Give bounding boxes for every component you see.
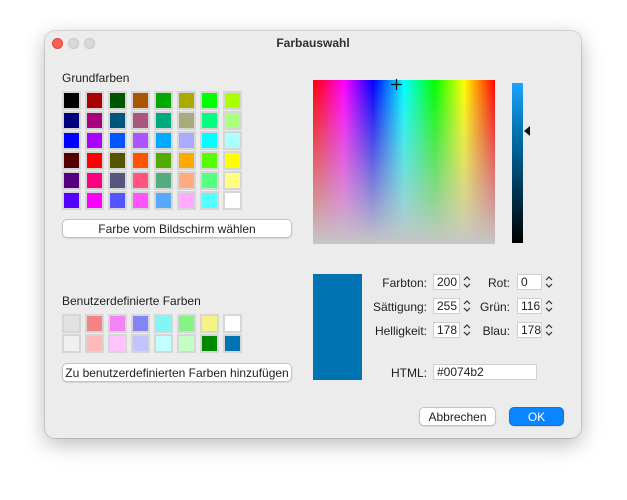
saturation-field[interactable]: 255 (433, 298, 460, 314)
slider-arrow-icon[interactable] (524, 126, 530, 136)
basic-color-swatch[interactable] (62, 171, 81, 190)
basic-color-swatch[interactable] (177, 171, 196, 190)
hue-label: Farbton: (382, 276, 427, 290)
red-field[interactable]: 0 (517, 274, 542, 290)
basic-color-swatch[interactable] (154, 171, 173, 190)
basic-color-swatch[interactable] (85, 191, 104, 210)
basic-color-swatch[interactable] (154, 151, 173, 170)
basic-color-swatch[interactable] (200, 111, 219, 130)
ok-button[interactable]: OK (509, 407, 564, 426)
green-label: Grün: (479, 300, 510, 314)
basic-color-swatch[interactable] (108, 151, 127, 170)
basic-color-swatch[interactable] (200, 151, 219, 170)
red-stepper-icon[interactable] (544, 274, 554, 290)
custom-color-swatch[interactable] (85, 334, 104, 353)
basic-color-swatch[interactable] (108, 91, 127, 110)
cancel-button[interactable]: Abbrechen (419, 407, 496, 426)
basic-color-swatch[interactable] (154, 111, 173, 130)
basic-color-swatch[interactable] (200, 171, 219, 190)
custom-color-swatch[interactable] (131, 334, 150, 353)
custom-color-swatch[interactable] (108, 334, 127, 353)
crosshair-icon[interactable] (391, 79, 402, 90)
saturation-label: Sättigung: (372, 300, 427, 314)
basic-color-swatch[interactable] (131, 131, 150, 150)
hue-field[interactable]: 200 (433, 274, 460, 290)
basic-color-swatch[interactable] (223, 111, 242, 130)
basic-color-swatch[interactable] (108, 191, 127, 210)
basic-color-swatch[interactable] (62, 111, 81, 130)
basic-color-swatch[interactable] (108, 171, 127, 190)
value-label: Helligkeit: (374, 324, 427, 338)
basic-color-swatch[interactable] (85, 131, 104, 150)
basic-color-swatch[interactable] (131, 191, 150, 210)
custom-color-swatch[interactable] (131, 314, 150, 333)
basic-color-swatch[interactable] (85, 111, 104, 130)
basic-color-swatch[interactable] (154, 191, 173, 210)
value-field[interactable]: 178 (433, 322, 460, 338)
html-field[interactable]: #0074b2 (433, 364, 537, 380)
custom-color-swatch[interactable] (85, 314, 104, 333)
value-stepper-icon[interactable] (462, 322, 472, 338)
title-bar: Farbauswahl (45, 31, 581, 53)
custom-color-swatch[interactable] (177, 334, 196, 353)
basic-color-swatch[interactable] (108, 131, 127, 150)
basic-color-swatch[interactable] (154, 131, 173, 150)
saturation-stepper-icon[interactable] (462, 298, 472, 314)
basic-color-swatch[interactable] (223, 151, 242, 170)
custom-color-swatch[interactable] (223, 314, 242, 333)
basic-color-swatch[interactable] (223, 131, 242, 150)
custom-colors-heading: Benutzerdefinierte Farben (62, 294, 201, 308)
basic-color-swatch[interactable] (223, 91, 242, 110)
blue-field[interactable]: 178 (517, 322, 542, 338)
custom-color-swatch[interactable] (154, 334, 173, 353)
hue-saturation-picker[interactable] (313, 80, 495, 244)
custom-color-swatch[interactable] (62, 334, 81, 353)
basic-color-swatch[interactable] (62, 91, 81, 110)
basic-color-swatch[interactable] (223, 191, 242, 210)
basic-color-swatch[interactable] (154, 91, 173, 110)
add-custom-color-button[interactable]: Zu benutzerdefinierten Farben hinzufügen (62, 363, 292, 382)
basic-color-swatch[interactable] (62, 191, 81, 210)
basic-colors-heading: Grundfarben (62, 71, 130, 85)
color-dialog-window: Farbauswahl Grundfarben Farbe vom Bildsc… (45, 31, 581, 438)
basic-color-swatch[interactable] (85, 151, 104, 170)
blue-label: Blau: (482, 324, 510, 338)
custom-color-swatch[interactable] (62, 314, 81, 333)
custom-color-swatch[interactable] (108, 314, 127, 333)
green-stepper-icon[interactable] (544, 298, 554, 314)
basic-color-swatch[interactable] (177, 131, 196, 150)
basic-color-swatch[interactable] (85, 91, 104, 110)
basic-color-swatch[interactable] (62, 131, 81, 150)
custom-color-swatch[interactable] (177, 314, 196, 333)
basic-color-swatch[interactable] (85, 171, 104, 190)
basic-color-swatch[interactable] (131, 171, 150, 190)
current-color-preview (313, 274, 362, 380)
basic-color-swatch[interactable] (131, 91, 150, 110)
basic-color-swatch[interactable] (200, 91, 219, 110)
blue-stepper-icon[interactable] (544, 322, 554, 338)
basic-color-swatch[interactable] (108, 111, 127, 130)
basic-color-swatch[interactable] (131, 111, 150, 130)
custom-color-swatch[interactable] (200, 314, 219, 333)
red-label: Rot: (487, 276, 510, 290)
basic-color-swatch[interactable] (62, 151, 81, 170)
html-label: HTML: (391, 366, 427, 380)
custom-color-swatch[interactable] (223, 334, 242, 353)
basic-color-swatch[interactable] (200, 131, 219, 150)
basic-color-swatch[interactable] (177, 191, 196, 210)
custom-color-swatch[interactable] (200, 334, 219, 353)
basic-color-swatch[interactable] (177, 111, 196, 130)
basic-color-swatch[interactable] (177, 151, 196, 170)
custom-color-swatch[interactable] (154, 314, 173, 333)
hue-stepper-icon[interactable] (462, 274, 472, 290)
basic-color-swatch[interactable] (177, 91, 196, 110)
green-field[interactable]: 116 (517, 298, 542, 314)
basic-color-swatch[interactable] (223, 171, 242, 190)
basic-color-swatch[interactable] (200, 191, 219, 210)
brightness-slider[interactable] (512, 83, 523, 243)
basic-color-swatch[interactable] (131, 151, 150, 170)
window-title: Farbauswahl (276, 36, 350, 50)
pick-screen-color-button[interactable]: Farbe vom Bildschirm wählen (62, 219, 292, 238)
